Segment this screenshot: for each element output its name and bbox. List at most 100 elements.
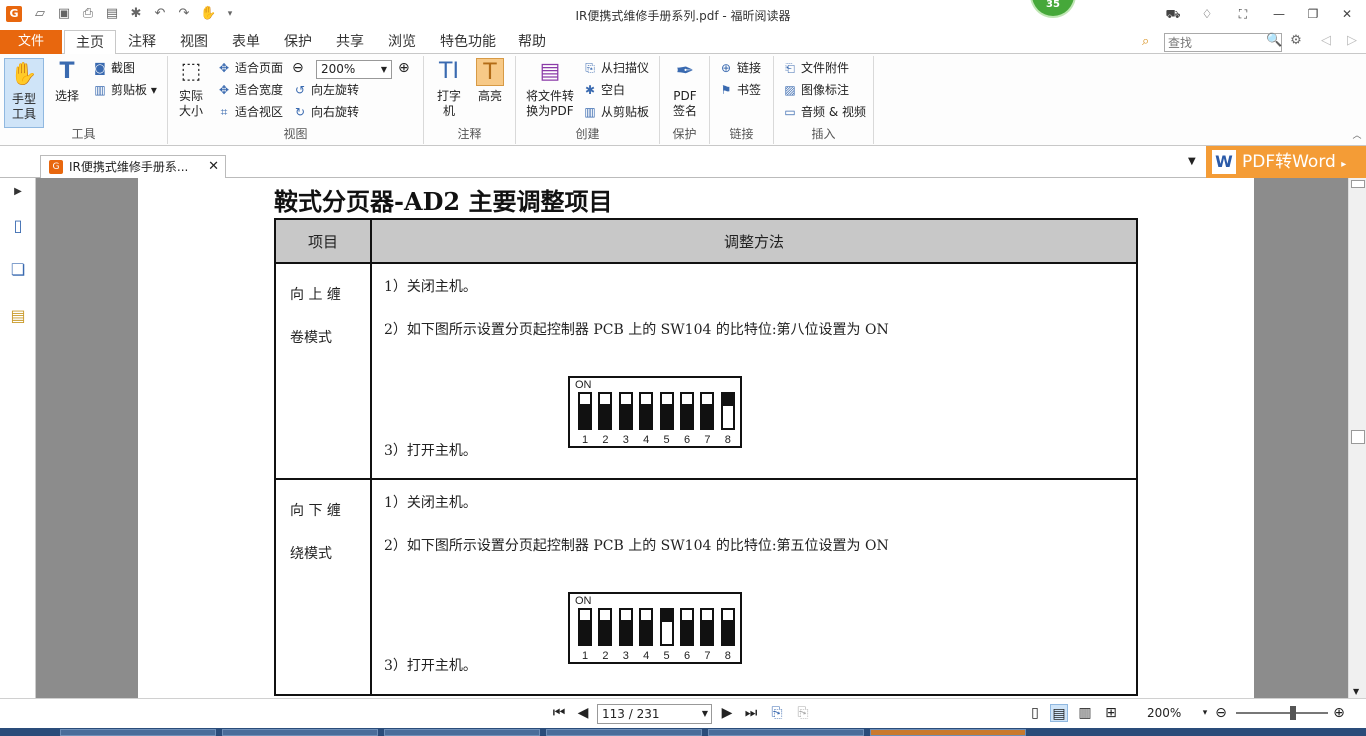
layers-icon[interactable]: ❏ (8, 260, 28, 280)
tab-form[interactable]: 表单 (222, 30, 270, 54)
signature-pen-icon: ✒ (675, 59, 695, 84)
document-tab[interactable]: G IR便携式维修手册系... ✕ (40, 155, 226, 179)
cart-icon[interactable]: ⛟ (1162, 4, 1184, 24)
zoom-out-icon[interactable]: ⊖ (292, 60, 304, 76)
highlight-button[interactable]: T 高亮 (472, 58, 508, 104)
from-clipboard-button[interactable]: ▥ 从剪贴板 (582, 102, 649, 122)
continuous-page-icon[interactable]: ▤ (1050, 704, 1068, 722)
tab-share[interactable]: 共享 (326, 30, 374, 54)
scroll-up-button[interactable] (1351, 180, 1365, 188)
group-label-annotate: 注释 (457, 127, 482, 141)
fit-page-button[interactable]: ✥ 适合页面 (216, 58, 283, 78)
fit-view-button[interactable]: ⌗ 适合视区 (216, 102, 283, 122)
forward-arrow-icon[interactable]: ▷ (1344, 33, 1360, 49)
dip-switch-diagram: ON 1 2 3 4 5 6 7 8 (568, 376, 742, 448)
zoom-in-status-icon[interactable]: ⊕ (1330, 704, 1348, 722)
close-button[interactable]: ✕ (1336, 4, 1358, 24)
search-icon[interactable]: 🔍 (1266, 33, 1282, 48)
first-page-icon[interactable]: ⏮ (550, 704, 568, 722)
actual-size-button[interactable]: ⬚ 实际大小 (174, 58, 208, 119)
pdf-to-word-button[interactable]: W PDF转Word ▸ (1206, 146, 1366, 178)
dip-switch-1 (578, 392, 592, 430)
link-button[interactable]: ⊕ 链接 (718, 58, 761, 78)
tab-list-dropdown-icon[interactable]: ▼ (1188, 156, 1196, 167)
taskbar-item[interactable] (384, 729, 540, 736)
image-annotation-button[interactable]: ▨ 图像标注 (782, 80, 849, 100)
ribbon-collapse-icon[interactable]: ︿ (1348, 128, 1366, 142)
clipboard-button[interactable]: ▥ 剪贴板 ▾ (92, 80, 157, 100)
tab-help[interactable]: 帮助 (510, 30, 554, 54)
dip-switch-2 (598, 392, 613, 430)
continuous-facing-icon[interactable]: ⊞ (1102, 704, 1120, 722)
page-number-input[interactable]: 113 / 231 ▼ (597, 704, 712, 724)
tab-view[interactable]: 视图 (170, 30, 218, 54)
tab-features[interactable]: 特色功能 (430, 30, 506, 54)
rotate-right-button[interactable]: ↻ 向右旋转 (292, 102, 359, 122)
tab-browse[interactable]: 浏览 (378, 30, 426, 54)
skin-icon[interactable]: ♢ (1196, 4, 1218, 24)
comments-icon[interactable]: ▤ (8, 306, 28, 326)
dip-switch-number: 5 (663, 650, 670, 662)
step-text: 1）关闭主机。 (384, 495, 477, 511)
restore-button[interactable]: ❐ (1302, 4, 1324, 24)
dip-switch-number: 8 (724, 650, 731, 662)
file-attachment-button[interactable]: ⎗ 文件附件 (782, 58, 849, 78)
next-view-icon[interactable]: ⎘ (794, 704, 812, 722)
word-icon: W (1212, 150, 1236, 174)
search-folder-icon[interactable]: ⌕ (1142, 34, 1149, 49)
taskbar-item-active[interactable] (870, 729, 1026, 736)
single-page-icon[interactable]: ▯ (1026, 704, 1044, 722)
taskbar-item[interactable] (708, 729, 864, 736)
taskbar-item[interactable] (222, 729, 378, 736)
file-menu[interactable]: 文件 (0, 30, 62, 54)
hand-tool-button[interactable]: ✋ 手型工具 (4, 58, 44, 128)
search-input[interactable] (1164, 33, 1282, 52)
settings-gear-icon[interactable]: ⚙ (1288, 33, 1304, 49)
zoom-out-status-icon[interactable]: ⊖ (1212, 704, 1230, 722)
pdf-sign-button[interactable]: ✒ PDF签名 (668, 58, 702, 119)
bookmark-button[interactable]: ⚑ 书签 (718, 80, 761, 100)
page-heading: 鞍式分页器-AD2 主要调整项目 (274, 187, 613, 216)
group-insert: ⎗ 文件附件 ▨ 图像标注 ▭ 音频 & 视频 插入 (774, 56, 874, 144)
screenshot-button[interactable]: ◙ 截图 (92, 58, 135, 78)
zoom-select[interactable]: 200% ▼ (316, 60, 392, 79)
document-viewport[interactable]: 鞍式分页器-AD2 主要调整项目 项目 调整方法 向 上 缠 卷模式 1）关闭主… (36, 178, 1348, 698)
zoom-in-icon[interactable]: ⊕ (398, 60, 410, 76)
tab-comment[interactable]: 注释 (118, 30, 166, 54)
previous-page-icon[interactable]: ◀ (574, 704, 592, 722)
zoom-slider-track[interactable] (1236, 712, 1328, 714)
scroll-down-icon[interactable]: ▼ (1353, 687, 1359, 696)
expand-panel-icon[interactable]: ▶ (8, 182, 28, 202)
typewriter-button[interactable]: TI 打字机 (432, 58, 466, 119)
last-page-icon[interactable]: ⏭ (742, 704, 760, 722)
zoom-slider-thumb[interactable] (1290, 706, 1296, 720)
convert-to-pdf-button[interactable]: ▤ 将文件转换为PDF (522, 58, 578, 119)
back-arrow-icon[interactable]: ◁ (1318, 33, 1334, 49)
fullscreen-icon[interactable]: ⛶ (1232, 4, 1254, 24)
zoom-level[interactable]: 200% (1147, 706, 1181, 720)
blank-page-button[interactable]: ✱ 空白 (582, 80, 625, 100)
next-page-icon[interactable]: ▶ (718, 704, 736, 722)
taskbar-item[interactable] (546, 729, 702, 736)
tab-home[interactable]: 主页 (64, 30, 116, 55)
fit-width-button[interactable]: ✥ 适合宽度 (216, 80, 283, 100)
close-tab-icon[interactable]: ✕ (208, 156, 219, 178)
pages-thumbnail-icon[interactable]: ▯ (8, 216, 28, 236)
dip-switch-number: 4 (643, 434, 650, 446)
rotate-left-button[interactable]: ↺ 向左旋转 (292, 80, 359, 100)
steps-cell: 1）关闭主机。 2）如下图所示设置分页起控制器 PCB 上的 SW104 的比特… (370, 478, 1138, 696)
tab-protect[interactable]: 保护 (274, 30, 322, 54)
vertical-scrollbar[interactable]: ▼ (1348, 178, 1366, 698)
from-scanner-button[interactable]: ⎘ 从扫描仪 (582, 58, 649, 78)
zoom-dropdown-icon: ▼ (380, 65, 387, 74)
title-bar: G ▱ ▣ ⎙ ▤ ✱ ↶ ↷ ✋ ▾ IR便携式维修手册系列.pdf - 福昕… (0, 0, 1366, 30)
dip-switch-7 (700, 392, 715, 430)
select-tool-button[interactable]: T 选择 (50, 58, 84, 104)
minimize-button[interactable]: — (1268, 4, 1290, 24)
facing-page-icon[interactable]: ▥ (1076, 704, 1094, 722)
scrollbar-thumb[interactable] (1351, 430, 1365, 444)
taskbar-item[interactable] (60, 729, 216, 736)
previous-view-icon[interactable]: ⎘ (768, 704, 786, 722)
clipboard-icon: ▥ (94, 83, 106, 97)
audio-video-button[interactable]: ▭ 音频 & 视频 (782, 102, 866, 122)
